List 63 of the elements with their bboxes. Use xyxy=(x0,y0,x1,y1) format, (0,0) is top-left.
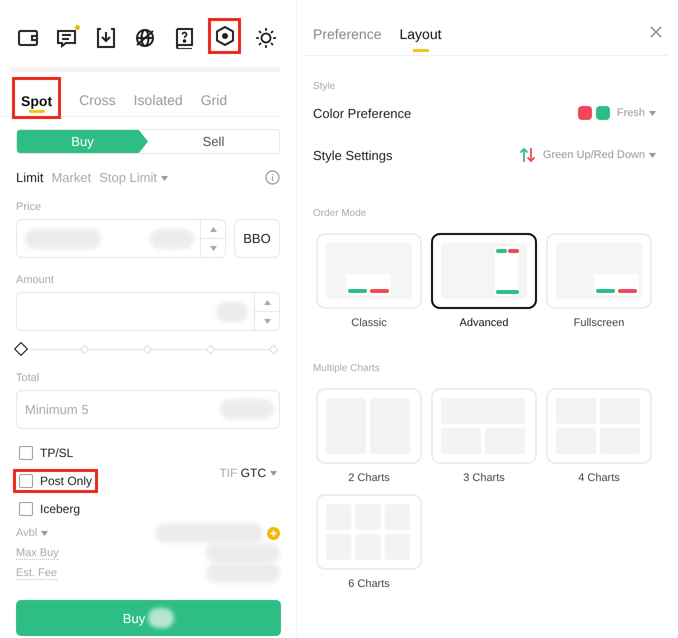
field-label: Amount xyxy=(16,274,55,286)
option-checkbox[interactable]: Iceberg xyxy=(13,497,98,521)
setting-label: Color Preference xyxy=(313,106,412,120)
total-input-field[interactable]: Minimum 5 xyxy=(16,390,280,429)
side-button[interactable]: Buy xyxy=(17,130,148,153)
caret-icon xyxy=(649,110,656,116)
section-heading: Order Mode xyxy=(313,208,368,219)
card-caption: 6 Charts xyxy=(348,578,390,590)
toolbar-icon-button[interactable] xyxy=(208,18,242,54)
stepper[interactable] xyxy=(200,220,225,257)
close-icon[interactable] xyxy=(650,26,662,38)
sun-icon xyxy=(254,27,277,49)
caret-icon xyxy=(41,530,48,536)
option-checkbox[interactable]: Post Only xyxy=(13,469,98,493)
price-input-field[interactable] xyxy=(16,219,226,258)
amount-slider[interactable] xyxy=(14,344,280,356)
setting-dropdown[interactable]: Green Up/Red Down xyxy=(542,149,656,161)
info-icon[interactable] xyxy=(265,170,280,185)
down-arrow-icon[interactable] xyxy=(210,246,216,250)
field-label: Total xyxy=(16,372,40,384)
down-arrow-icon[interactable] xyxy=(264,318,270,324)
bbo-button[interactable]: BBO xyxy=(234,219,280,258)
field-label: Price xyxy=(16,201,42,213)
buy-button[interactable]: Buy xyxy=(16,600,281,636)
trading-mode-tab[interactable]: Isolated xyxy=(134,81,183,115)
card-caption: Fullscreen xyxy=(574,317,624,329)
caret-icon xyxy=(649,152,656,158)
stepper[interactable] xyxy=(254,293,279,330)
up-arrow-icon[interactable] xyxy=(210,226,216,232)
order-type-tab[interactable]: Stop Limit xyxy=(99,170,168,185)
add-icon[interactable] xyxy=(267,526,280,540)
option-checkbox[interactable]: TP/SL xyxy=(13,441,98,465)
order-mode-card[interactable] xyxy=(431,233,537,309)
up-arrow-icon[interactable] xyxy=(264,300,270,304)
settings-tab[interactable]: Preference xyxy=(313,12,382,52)
setting-label: Style Settings xyxy=(313,148,392,162)
caret-icon xyxy=(161,176,168,182)
order-type-tab[interactable]: Limit xyxy=(16,170,44,185)
card-caption: Classic xyxy=(351,317,387,329)
card-caption: 3 Charts xyxy=(463,472,505,484)
card-caption: 2 Charts xyxy=(348,472,390,484)
section-heading: Style xyxy=(313,81,336,92)
card-caption: 4 Charts xyxy=(578,472,620,484)
info-label: Avbl xyxy=(16,527,48,539)
trading-mode-tab[interactable]: Grid xyxy=(200,81,228,115)
info-label: Max Buy xyxy=(16,546,59,560)
download-icon xyxy=(95,27,118,49)
trading-mode-tab[interactable]: Cross xyxy=(79,81,116,115)
setting-dropdown[interactable]: Fresh xyxy=(616,107,656,119)
wallet-icon xyxy=(17,27,40,49)
trading-mode-tab[interactable]: Spot xyxy=(12,77,62,119)
globe-icon xyxy=(134,27,156,49)
amount-input-field[interactable] xyxy=(16,292,280,331)
card-caption: Advanced xyxy=(460,317,508,329)
settings-tab[interactable]: Layout xyxy=(399,12,442,52)
up-down-arrows-icon xyxy=(518,147,536,163)
caret-icon xyxy=(270,471,277,476)
order-type-tab[interactable]: Market xyxy=(51,170,92,185)
section-heading: Multiple Charts xyxy=(313,363,381,374)
hexagon-icon xyxy=(214,25,236,47)
info-label: Est. Fee xyxy=(16,566,57,580)
chat-icon xyxy=(56,27,78,49)
tif-dropdown[interactable]: TIF GTC xyxy=(219,466,277,480)
